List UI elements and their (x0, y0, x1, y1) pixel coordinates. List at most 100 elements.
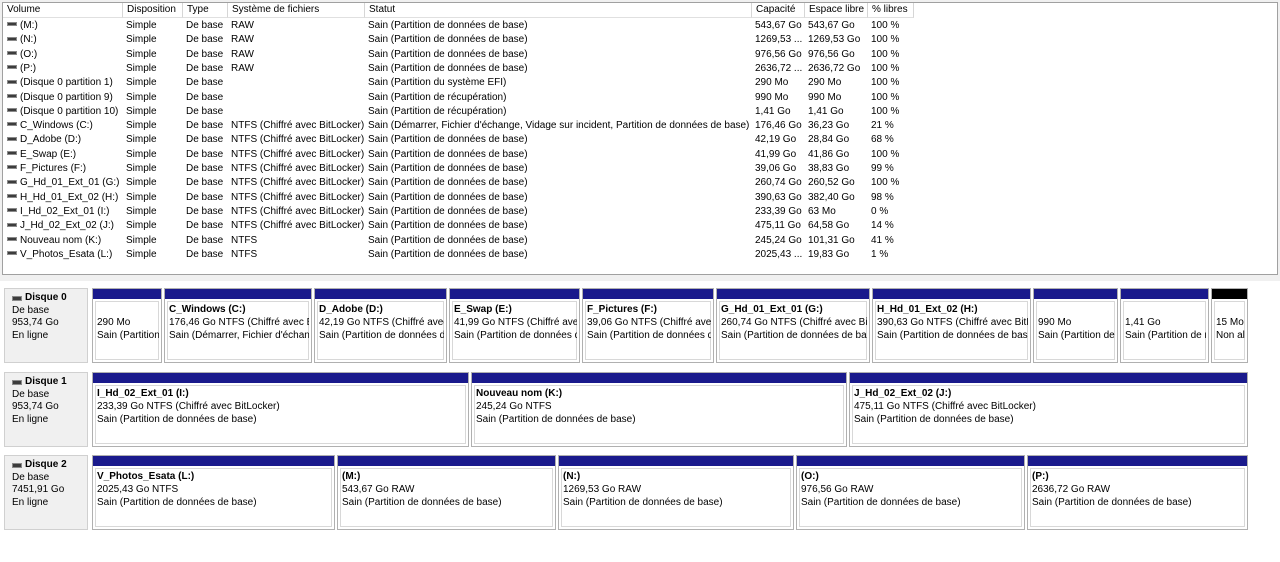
partition-block[interactable]: V_Photos_Esata (L:) 2025,43 Go NTFS Sain (… (92, 455, 335, 530)
partition-block[interactable]: 1,41 Go Sain (Partition de récupération) (1120, 288, 1209, 363)
column-header[interactable]: Statut (365, 3, 752, 18)
column-header[interactable]: % libres (868, 3, 914, 18)
disk-label[interactable]: Disque 0 De base 953,74 Go En ligne (4, 288, 88, 363)
column-header[interactable]: Espace libre (805, 3, 868, 18)
cell-status: Sain (Partition de données de base) (368, 134, 528, 146)
partition-block[interactable]: J_Hd_02_Ext_02 (J:) 475,11 Go NTFS (Chiff… (849, 372, 1248, 447)
partition-info: 15 Mo Non alloué (1216, 316, 1245, 342)
partition-info: J_Hd_02_Ext_02 (J:) 475,11 Go NTFS (Chiff… (854, 387, 1245, 426)
volume-icon (7, 251, 17, 256)
cell-pct: 100 % (871, 77, 900, 89)
partition-line2: Sain (Partition de données de base) (877, 330, 1028, 341)
volume-row[interactable]: V_Photos_Esata (L:) Simple De base NTFS Sain… (3, 248, 1277, 262)
volume-row[interactable]: J_Hd_02_Ext_02 (J:) Simple De base NTFS (Ch… (3, 219, 1277, 233)
volume-row[interactable]: (O:) Simple De base RAW Sain (Partition de d… (3, 48, 1277, 62)
column-header[interactable]: Type (183, 3, 228, 18)
partition-info: (P:) 2636,72 Go RAW Sain (Partition de don… (1032, 470, 1245, 509)
volume-row[interactable]: (N:) Simple De base RAW Sain (Partition de d… (3, 33, 1277, 47)
cell-disposition: Simple (126, 248, 157, 260)
disk-drive-icon (12, 379, 22, 385)
partition-block[interactable]: C_Windows (C:) 176,46 Go NTFS (Chiffré av… (164, 288, 312, 363)
partition-block[interactable]: 15 Mo Non alloué (1211, 288, 1248, 363)
partition-block[interactable]: (P:) 2636,72 Go RAW Sain (Partition de don… (1027, 455, 1248, 530)
partition-bar (1121, 289, 1208, 299)
partition-bar (338, 456, 555, 466)
volume-row[interactable]: F_Pictures (F:) Simple De base NTFS (Chiffr… (3, 162, 1277, 176)
cell-type: De base (186, 134, 224, 146)
cell-disposition: Simple (126, 48, 157, 60)
volume-name: (Disque 0 partition 1) (20, 77, 113, 89)
cell-pct: 1 % (871, 248, 889, 260)
partition-title: E_Swap (E:) (454, 304, 512, 315)
partition-title: C_Windows (C:) (169, 304, 246, 315)
disk-name-text: Disque 0 (25, 292, 67, 303)
disk-management-window: Volume Disposition Type Système de fichiers… (0, 0, 1280, 562)
partition-title: Nouveau nom (K:) (476, 388, 563, 399)
cell-fs: NTFS (231, 234, 258, 246)
column-header[interactable]: Système de fichiers (228, 3, 365, 18)
partition-info: G_Hd_01_Ext_01 (G:) 260,74 Go NTFS (Chiff… (721, 303, 867, 342)
partition-block[interactable]: 290 Mo Sain (Partition du système EFI) (92, 288, 162, 363)
disk-label[interactable]: Disque 1 De base 953,74 Go En ligne (4, 372, 88, 447)
cell-pct: 100 % (871, 34, 900, 46)
volume-row[interactable]: (Disque 0 partition 9) Simple De base Sain … (3, 91, 1277, 105)
partition-line2: Sain (Partition de récupération) (1038, 330, 1115, 341)
cell-capacity: 475,11 Go (755, 220, 801, 232)
partition-block[interactable]: 990 Mo Sain (Partition de récupération) (1033, 288, 1118, 363)
partition-block[interactable]: F_Pictures (F:) 39,06 Go NTFS (Chiffré av… (582, 288, 714, 363)
volume-row[interactable]: D_Adobe (D:) Simple De base NTFS (Chiffré a… (3, 133, 1277, 147)
partition-line1: 990 Mo (1038, 317, 1072, 328)
volume-name: C_Windows (C:) (20, 120, 93, 132)
cell-pct: 100 % (871, 91, 900, 103)
partition-block[interactable]: G_Hd_01_Ext_01 (G:) 260,74 Go NTFS (Chiff… (716, 288, 870, 363)
cell-status: Sain (Partition de données de base) (368, 248, 528, 260)
volume-row[interactable]: I_Hd_02_Ext_01 (I:) Simple De base NTFS (Ch… (3, 205, 1277, 219)
column-header[interactable]: Volume (3, 3, 123, 18)
volume-icon (7, 22, 17, 27)
disk-drive-icon (12, 462, 22, 468)
cell-name: (P:) (7, 62, 123, 76)
partition-block[interactable]: (O:) 976,56 Go RAW Sain (Partition de donn… (796, 455, 1025, 530)
cell-type: De base (186, 48, 224, 60)
cell-capacity: 2025,43 ... (755, 248, 803, 260)
disk-state: En ligne (12, 329, 49, 341)
disk-label[interactable]: Disque 2 De base 7451,91 Go En ligne (4, 455, 88, 530)
partition-block[interactable]: I_Hd_02_Ext_01 (I:) 233,39 Go NTFS (Chiff… (92, 372, 469, 447)
partition-block[interactable]: D_Adobe (D:) 42,19 Go NTFS (Chiffré avec … (314, 288, 447, 363)
cell-fs: NTFS (Chiffré avec BitLocker) (231, 191, 364, 203)
partition-block[interactable]: E_Swap (E:) 41,99 Go NTFS (Chiffré avec B… (449, 288, 580, 363)
cell-type: De base (186, 163, 224, 174)
cell-type: De base (186, 205, 224, 217)
volume-row[interactable]: (P:) Simple De base RAW Sain (Partition de d… (3, 62, 1277, 76)
partition-block[interactable]: (M:) 543,67 Go RAW Sain (Partition de donn… (337, 455, 556, 530)
volume-row[interactable]: (Disque 0 partition 1) Simple De base Sain … (3, 76, 1277, 90)
cell-fs: RAW (231, 34, 254, 46)
disk-name-text: Disque 1 (25, 376, 67, 387)
volume-row[interactable]: C_Windows (C:) Simple De base NTFS (Chiffré… (3, 119, 1277, 133)
partition-line2: Sain (Partition de données de base) (563, 497, 723, 508)
partition-block[interactable]: H_Hd_01_Ext_02 (H:) 390,63 Go NTFS (Chiff… (872, 288, 1031, 363)
disk-name: Disque 0 (12, 292, 87, 305)
volume-icon (7, 165, 17, 170)
partition-info: I_Hd_02_Ext_01 (I:) 233,39 Go NTFS (Chiff… (97, 387, 466, 426)
partition-title: I_Hd_02_Ext_01 (I:) (97, 388, 189, 399)
partition-line1: 39,06 Go NTFS (Chiffré avec BitLocker) (587, 317, 711, 328)
column-header[interactable]: Disposition (123, 3, 183, 18)
disk-size: 953,74 Go (12, 317, 59, 328)
volume-row[interactable]: E_Swap (E:) Simple De base NTFS (Chiffré av… (3, 148, 1277, 162)
disk-row: Disque 2 De base 7451,91 Go En ligne V_Photo… (4, 455, 1252, 530)
partition-block[interactable]: Nouveau nom (K:) 245,24 Go NTFS Sain (Part… (471, 372, 847, 447)
volume-row[interactable]: G_Hd_01_Ext_01 (G:) Simple De base NTFS (Ch… (3, 176, 1277, 190)
partition-line1: 42,19 Go NTFS (Chiffré avec BitLocker) (319, 317, 444, 328)
volume-name: (Disque 0 partition 9) (20, 91, 113, 103)
volume-row[interactable]: Nouveau nom (K:) Simple De base NTFS Sain (P… (3, 234, 1277, 248)
partition-block[interactable]: (N:) 1269,53 Go RAW Sain (Partition de don… (558, 455, 794, 530)
volume-row[interactable]: H_Hd_01_Ext_02 (H:) Simple De base NTFS (Ch… (3, 191, 1277, 205)
column-header[interactable]: Capacité (752, 3, 805, 18)
cell-disposition: Simple (126, 62, 157, 74)
volume-row[interactable]: (M:) Simple De base RAW Sain (Partition de d… (3, 19, 1277, 33)
volume-row[interactable]: (Disque 0 partition 10) Simple De base Sain… (3, 105, 1277, 119)
partition-title: (P:) (1032, 471, 1049, 482)
disk-row: Disque 0 De base 953,74 Go En ligne 290 Mo Sa… (4, 288, 1252, 363)
volume-list[interactable]: Volume Disposition Type Système de fichiers… (2, 2, 1278, 275)
